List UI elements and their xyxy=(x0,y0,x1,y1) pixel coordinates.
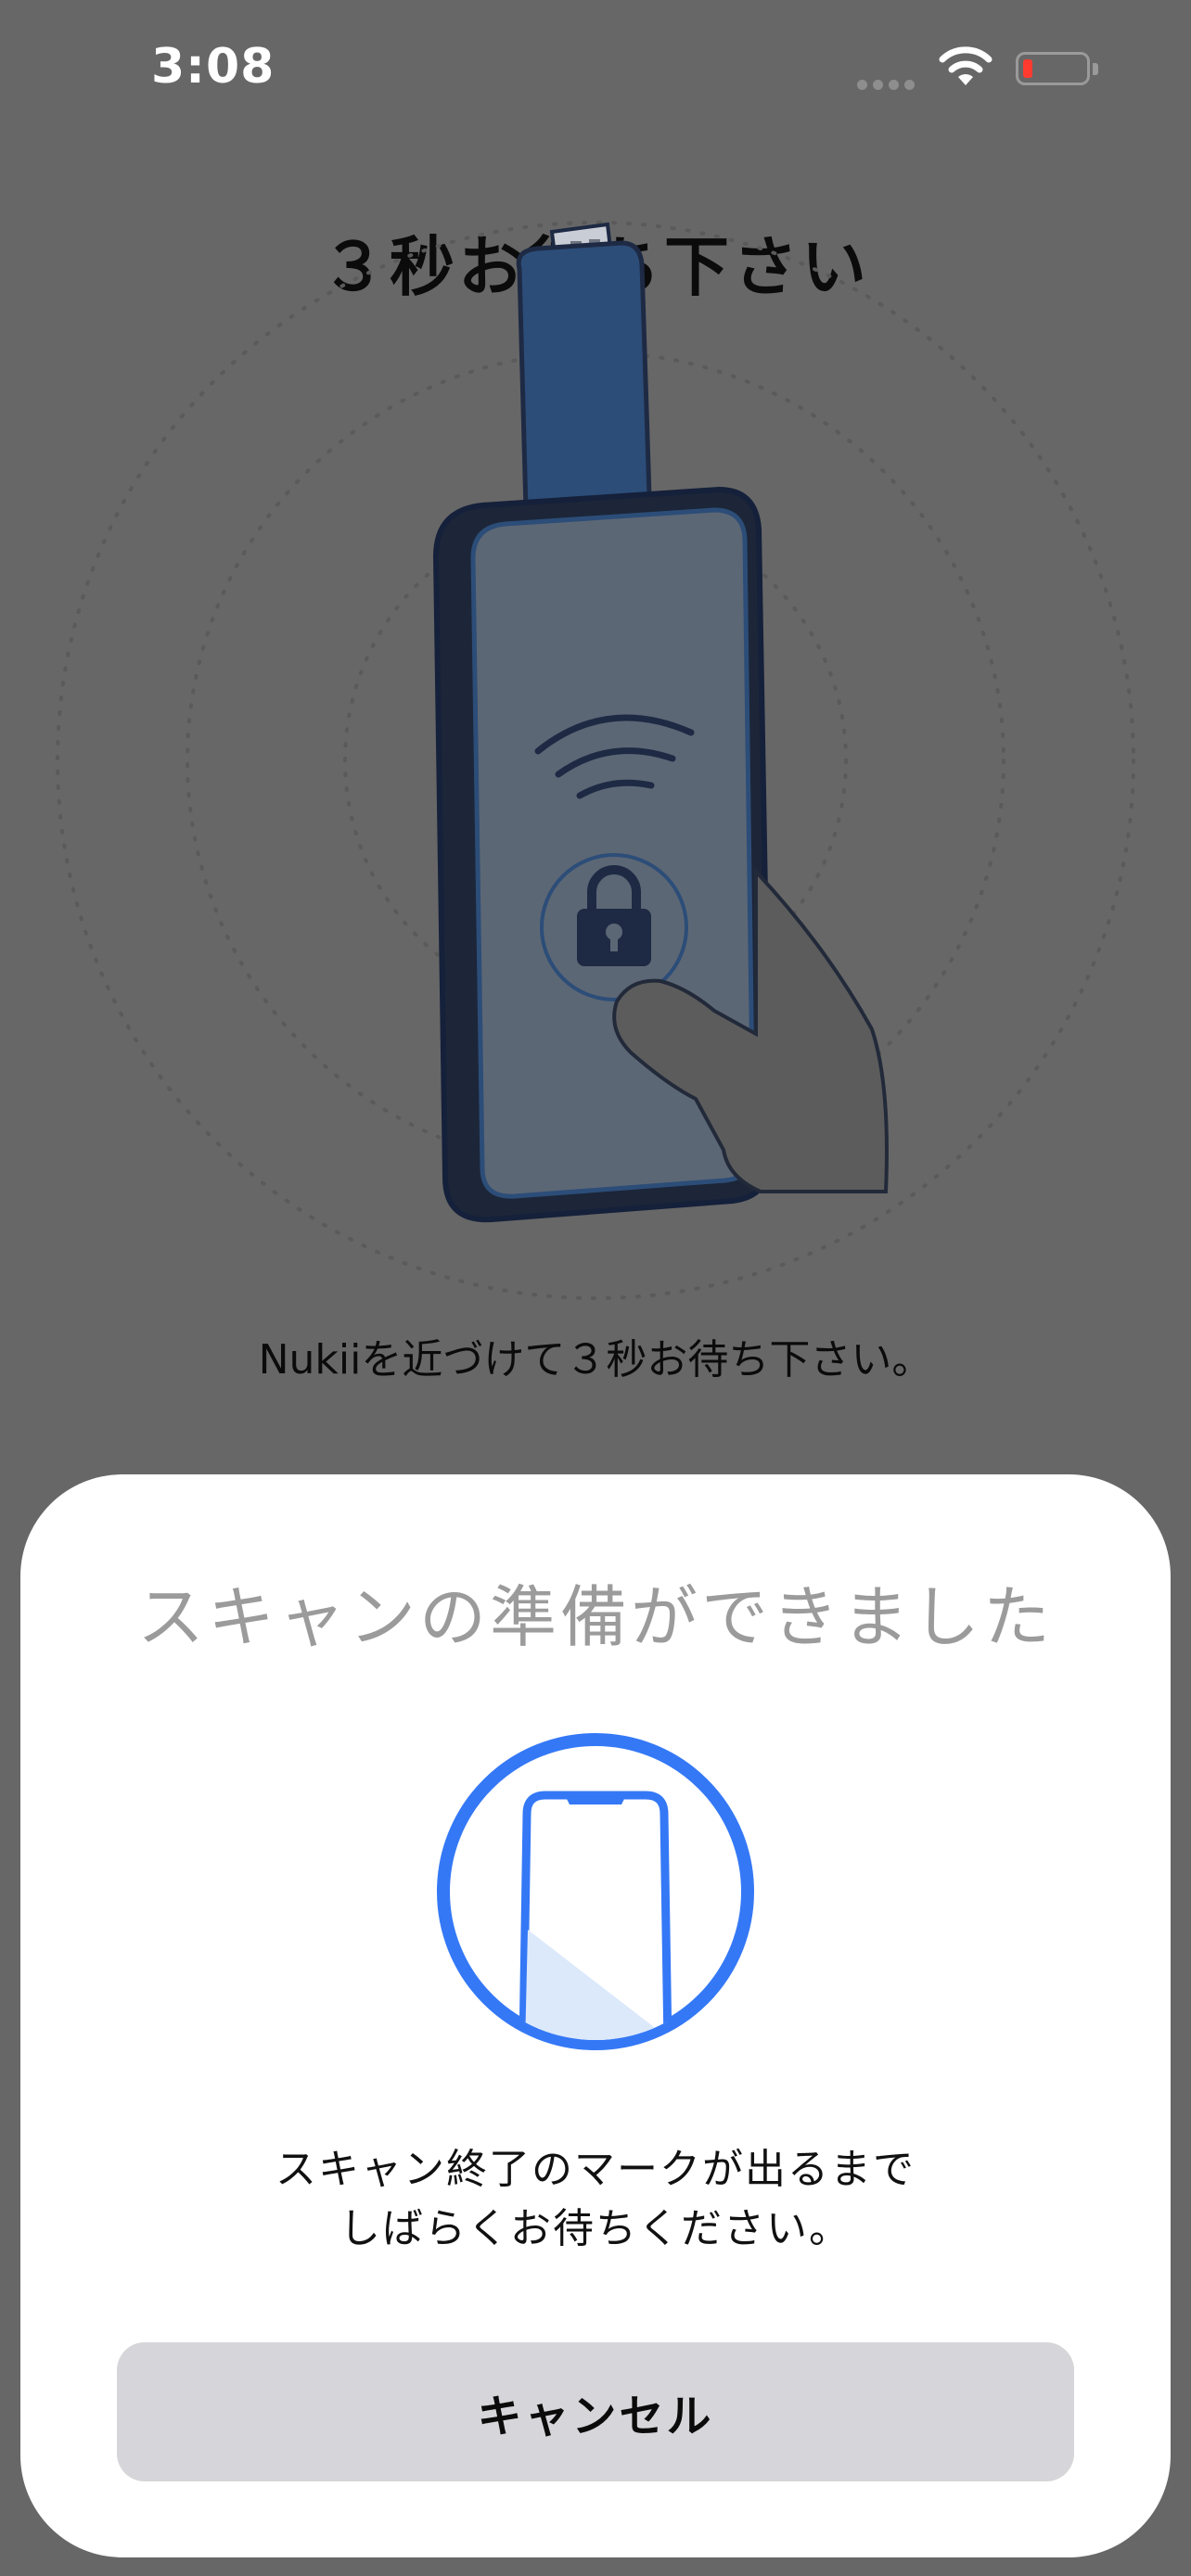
battery-cap xyxy=(1093,63,1098,75)
sheet-message-line2: しばらくお待ちください。 xyxy=(339,2205,852,2252)
sheet-message-line1: スキャン終了のマークが出るまで xyxy=(275,2146,916,2193)
status-bar: 3:08 xyxy=(0,0,1191,139)
cellular-signal-icon xyxy=(857,76,920,94)
cancel-button[interactable]: キャンセル xyxy=(117,2342,1074,2481)
phone-in-circle-icon xyxy=(437,1733,754,2050)
status-time: 3:08 xyxy=(151,39,275,95)
sheet-title: スキャンの準備ができました xyxy=(136,1578,1054,1656)
nfc-device-illustration xyxy=(56,221,1135,1300)
scan-sheet: スキャンの準備ができました スキャン終了のマークが出るまで しばらくお待ちくださ… xyxy=(20,1474,1171,2557)
instruction-text: Nukiiを近づけて３秒お待ち下さい。 xyxy=(258,1336,933,1384)
sheet-message: スキャン終了のマークが出るまで しばらくお待ちください。 xyxy=(20,2140,1171,2259)
usb-connector-icon xyxy=(516,222,652,513)
wifi-icon xyxy=(939,46,992,85)
battery-low-icon xyxy=(1016,52,1090,85)
